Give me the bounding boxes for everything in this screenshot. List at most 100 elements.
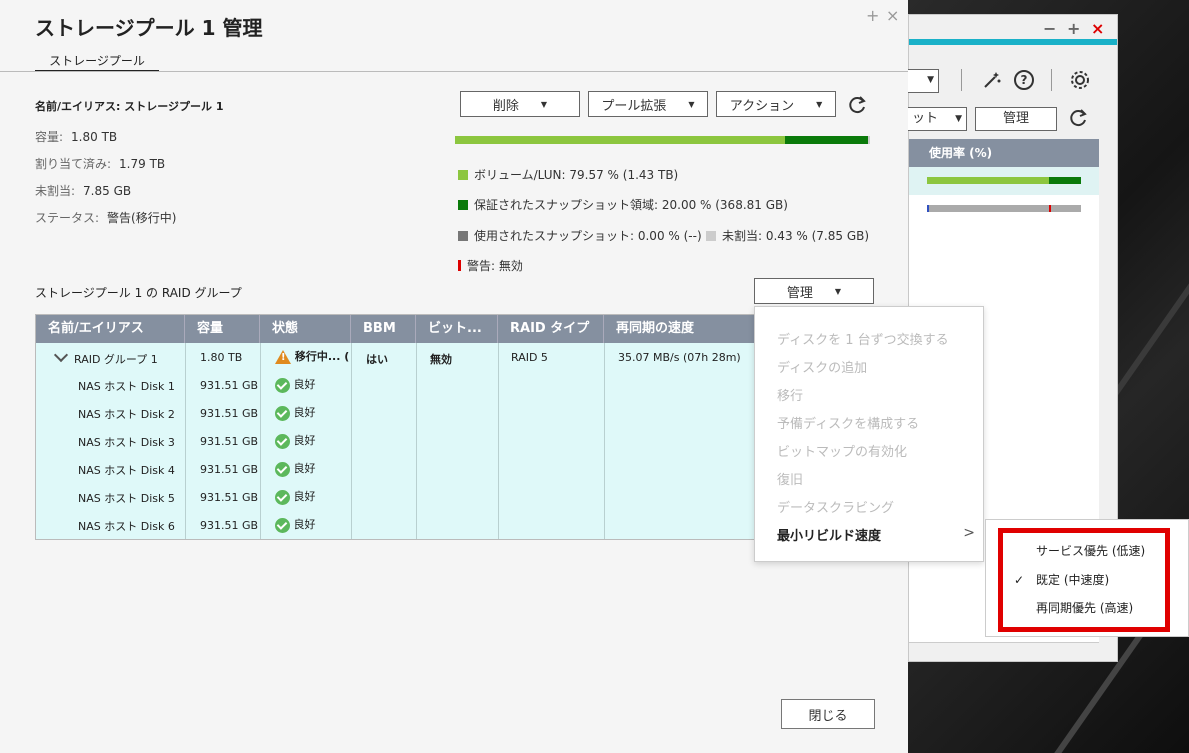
disk-name: NAS ホスト Disk 4	[78, 464, 175, 477]
wand-icon[interactable]	[979, 67, 1005, 93]
check-circle-icon	[275, 517, 290, 533]
bg-window-toolbar: ▼ ?	[905, 57, 1117, 93]
bg-window-titlebar: − + ×	[909, 15, 1117, 39]
disk-name: NAS ホスト Disk 1	[78, 380, 175, 393]
close-icon[interactable]: ×	[1091, 19, 1104, 38]
chevron-right-icon: >	[963, 525, 975, 541]
manage-menu: ディスクを 1 台ずつ交換する ディスクの追加 移行 予備ディスクを構成する ビ…	[754, 306, 984, 562]
bg-table-header: 使用率 (%)	[909, 139, 1099, 167]
gear-icon[interactable]	[1067, 67, 1093, 93]
usage-segment-unallocated	[868, 136, 870, 144]
dialog-title: ストレージプール 1 管理	[35, 16, 263, 40]
caret-down-icon: ▼	[834, 286, 842, 296]
usage-segment-guaranteed	[785, 136, 869, 144]
raid-group-type: RAID 5	[511, 351, 548, 364]
raid-group-resync: 35.07 MB/s (07h 28m)	[618, 351, 741, 364]
disk-status: 良好	[275, 376, 316, 393]
check-circle-icon	[275, 489, 290, 505]
legend-swatch	[706, 230, 716, 241]
legend-swatch	[458, 230, 468, 241]
raid-group-name[interactable]: RAID グループ 1	[53, 347, 158, 367]
disk-capacity: 931.51 GB	[200, 463, 259, 476]
bg-manage-button[interactable]: 管理	[975, 107, 1057, 131]
legend-guaranteed-snapshot: 保証されたスナップショット領域: 20.00 % (368.81 GB)	[458, 196, 788, 213]
raid-group-bitmap: 無効	[430, 353, 452, 366]
pool-name: 名前/エイリアス: ストレージプール 1	[35, 100, 224, 113]
menu-item-data-scrubbing[interactable]: データスクラビング	[777, 497, 894, 516]
legend-used-snapshot: 使用されたスナップショット: 0.00 % (--)	[458, 227, 702, 244]
manage-button[interactable]: 管理 ▼	[754, 278, 874, 304]
refresh-icon[interactable]	[1065, 105, 1091, 131]
menu-item-add-disk[interactable]: ディスクの追加	[777, 357, 867, 376]
close-button[interactable]: 閉じる	[781, 699, 875, 729]
disk-name: NAS ホスト Disk 2	[78, 408, 175, 421]
legend-warning: 警告: 無効	[458, 257, 523, 274]
disk-capacity: 931.51 GB	[200, 379, 259, 392]
tab-divider	[0, 71, 908, 72]
usage-segment-volume	[455, 136, 786, 144]
raid-group-label: ストレージプール 1 の RAID グループ	[35, 286, 242, 300]
check-circle-icon	[275, 405, 290, 421]
legend-volume: ボリューム/LUN: 79.57 % (1.43 TB)	[458, 166, 678, 183]
disk-name: NAS ホスト Disk 3	[78, 436, 175, 449]
header-name[interactable]: 名前/エイリアス	[36, 315, 185, 343]
warning-icon	[275, 350, 291, 364]
menu-item-enable-bitmap[interactable]: ビットマップの有効化	[777, 441, 907, 460]
submenu-item-resync-priority[interactable]: 再同期優先 (高速)	[1036, 599, 1133, 616]
pool-usage-bar	[455, 136, 870, 144]
rebuild-speed-submenu: サービス優先 (低速) ✓ 既定 (中速度) 再同期優先 (高速)	[985, 519, 1189, 637]
raid-group-status: 移行中... (	[275, 348, 351, 364]
header-resync-speed[interactable]: 再同期の速度	[604, 315, 759, 343]
check-icon: ✓	[1014, 573, 1025, 587]
raid-group-bbm: はい	[366, 353, 388, 366]
bg-select[interactable]: ット ▼	[905, 107, 967, 131]
expand-icon[interactable]: +	[866, 6, 879, 25]
legend-swatch	[458, 199, 468, 210]
maximize-icon[interactable]: +	[1067, 19, 1080, 38]
bg-window-row: ット ▼ 管理	[905, 105, 1117, 133]
check-circle-icon	[275, 461, 290, 477]
menu-item-recover[interactable]: 復旧	[777, 469, 803, 488]
pool-allocated: 割り当て済み: 1.79 TB	[35, 157, 166, 171]
header-status[interactable]: 状態	[260, 315, 351, 343]
legend-swatch	[458, 169, 468, 180]
bg-window-accent-bar	[909, 39, 1117, 45]
pool-status: ステータス: 警告(移行中)	[35, 211, 177, 225]
header-capacity[interactable]: 容量	[185, 315, 260, 343]
caret-down-icon: ▼	[688, 99, 695, 109]
minimize-icon[interactable]: −	[1043, 19, 1056, 38]
submenu-item-default[interactable]: 既定 (中速度)	[1036, 571, 1109, 588]
refresh-icon[interactable]	[845, 93, 869, 117]
disk-capacity: 931.51 GB	[200, 519, 259, 532]
disk-status: 良好	[275, 404, 316, 421]
table-header: 名前/エイリアス 容量 状態 BBM ビット... RAID タイプ 再同期の速…	[36, 315, 757, 343]
check-circle-icon	[275, 377, 290, 393]
usage-bar	[927, 177, 1081, 184]
header-raid-type[interactable]: RAID タイプ	[498, 315, 604, 343]
raid-group-table: 名前/エイリアス 容量 状態 BBM ビット... RAID タイプ 再同期の速…	[35, 314, 758, 540]
disk-capacity: 931.51 GB	[200, 491, 259, 504]
header-bitmap[interactable]: ビット...	[416, 315, 498, 343]
bg-table-row[interactable]	[909, 167, 1099, 195]
chevron-down-icon[interactable]	[53, 347, 69, 363]
help-icon[interactable]: ?	[1011, 67, 1037, 93]
tab-storage-pool[interactable]: ストレージプール	[35, 52, 159, 72]
pool-unallocated: 未割当: 7.85 GB	[35, 184, 132, 198]
action-button[interactable]: アクション ▼	[716, 91, 836, 117]
menu-item-spare-disk[interactable]: 予備ディスクを構成する	[777, 413, 919, 432]
close-icon[interactable]: ×	[886, 6, 899, 25]
disk-name: NAS ホスト Disk 6	[78, 520, 175, 533]
header-bbm[interactable]: BBM	[351, 315, 416, 343]
caret-down-icon: ▼	[540, 99, 548, 109]
expand-pool-button[interactable]: プール拡張 ▼	[588, 91, 708, 117]
disk-status: 良好	[275, 488, 316, 505]
menu-item-replace-disks[interactable]: ディスクを 1 台ずつ交換する	[777, 329, 949, 348]
usage-bar	[927, 205, 1081, 212]
pool-capacity: 容量: 1.80 TB	[35, 130, 118, 144]
delete-button[interactable]: 削除 ▼	[460, 91, 580, 117]
svg-text:?: ?	[1021, 73, 1028, 87]
menu-item-migrate[interactable]: 移行	[777, 385, 803, 404]
bg-dropdown[interactable]: ▼	[905, 69, 939, 93]
submenu-item-service-priority[interactable]: サービス優先 (低速)	[1036, 542, 1145, 559]
menu-item-min-rebuild-speed[interactable]: 最小リビルド速度	[777, 525, 881, 544]
